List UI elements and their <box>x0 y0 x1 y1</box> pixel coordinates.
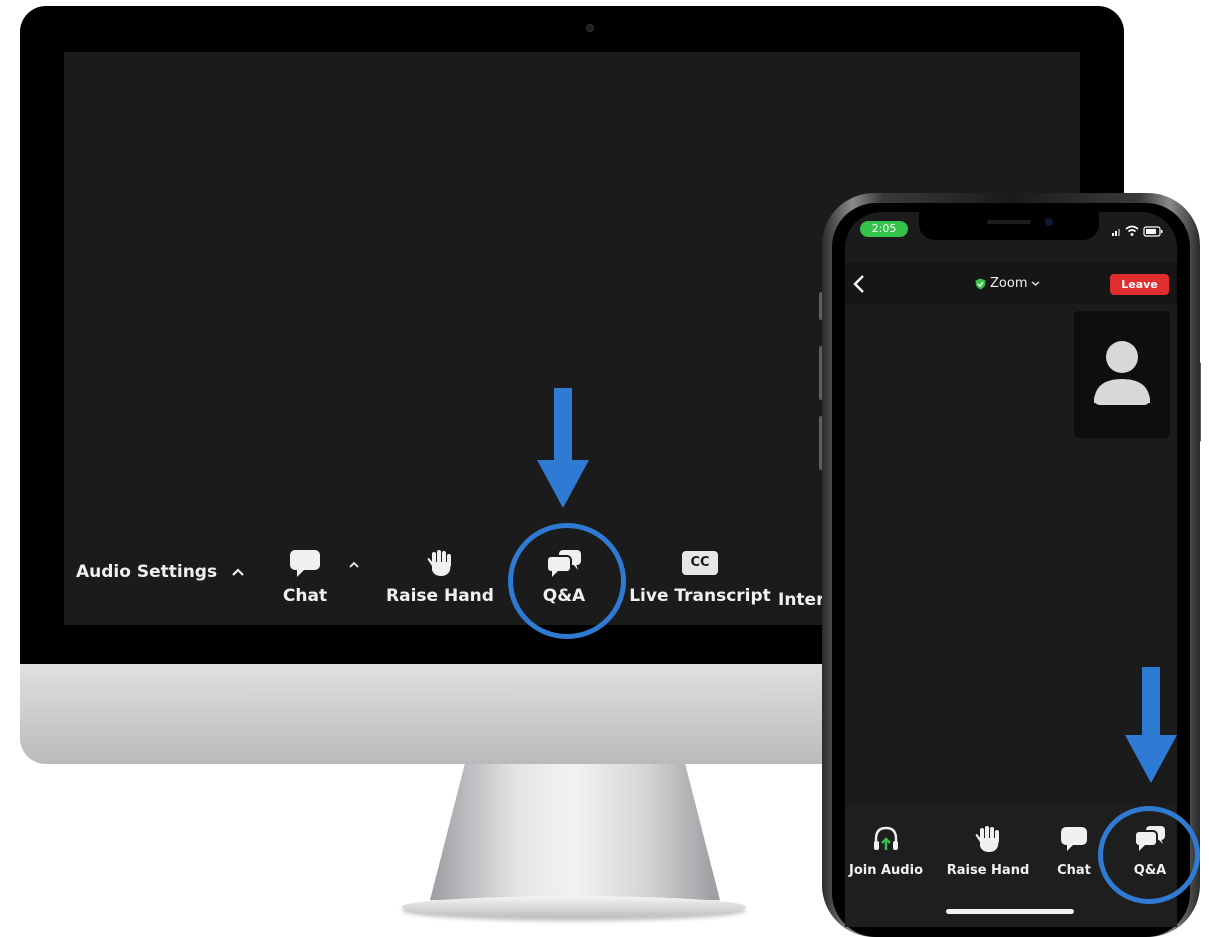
chat-button[interactable]: Chat <box>282 548 328 606</box>
interpretation-label-partial[interactable]: Inter <box>778 590 824 610</box>
leave-button[interactable]: Leave <box>1110 274 1169 295</box>
status-time: 2:05 <box>860 221 908 237</box>
chevron-down-icon <box>1032 281 1040 286</box>
back-chevron-icon[interactable] <box>852 274 866 294</box>
chat-label: Chat <box>282 586 328 606</box>
chat-bubble-icon <box>1061 827 1087 851</box>
phone-arrow-head <box>1125 735 1177 783</box>
meeting-title: Zoom <box>990 276 1028 291</box>
phone-chat-button[interactable]: Chat <box>1050 824 1098 878</box>
desktop-pointer-arrow <box>554 388 572 462</box>
raise-hand-button[interactable]: Raise Hand <box>386 548 494 606</box>
closed-captions-icon: CC <box>682 551 718 575</box>
home-indicator <box>946 909 1074 914</box>
join-audio-button[interactable]: Join Audio <box>846 824 926 878</box>
join-audio-label: Join Audio <box>848 863 923 878</box>
phone-pointer-arrow <box>1142 667 1160 737</box>
chat-bubble-icon <box>290 550 320 577</box>
raise-hand-label: Raise Hand <box>386 586 494 606</box>
person-avatar-icon <box>1094 341 1150 405</box>
monitor-stand-base <box>402 896 746 918</box>
chevron-up-icon[interactable] <box>231 567 245 577</box>
raised-hand-icon <box>975 826 999 852</box>
phone-qa-highlight-ring <box>1098 806 1200 904</box>
participant-video-tile <box>1074 311 1170 438</box>
headphones-icon <box>874 826 898 850</box>
raised-hand-icon <box>427 550 451 576</box>
phone-notch <box>919 212 1099 240</box>
phone-raise-hand-label: Raise Hand <box>946 863 1030 878</box>
chat-options-chevron-icon[interactable] <box>348 560 360 570</box>
status-signal-wifi-battery-icon <box>1112 225 1163 237</box>
live-transcript-label: Live Transcript <box>629 586 771 606</box>
desktop-arrow-head <box>537 460 589 508</box>
live-transcript-button[interactable]: CC Live Transcript <box>629 548 771 606</box>
audio-settings-control[interactable]: Audio Settings <box>76 562 245 582</box>
monitor-stand <box>430 764 720 901</box>
audio-settings-label: Audio Settings <box>76 562 218 582</box>
phone-raise-hand-button[interactable]: Raise Hand <box>942 824 1034 878</box>
webcam-dot <box>586 24 594 32</box>
meeting-title-dropdown[interactable]: Zoom <box>975 276 1040 291</box>
phone-chat-label: Chat <box>1057 863 1091 878</box>
shield-check-icon <box>975 278 986 289</box>
desktop-qa-highlight-ring <box>508 523 626 639</box>
